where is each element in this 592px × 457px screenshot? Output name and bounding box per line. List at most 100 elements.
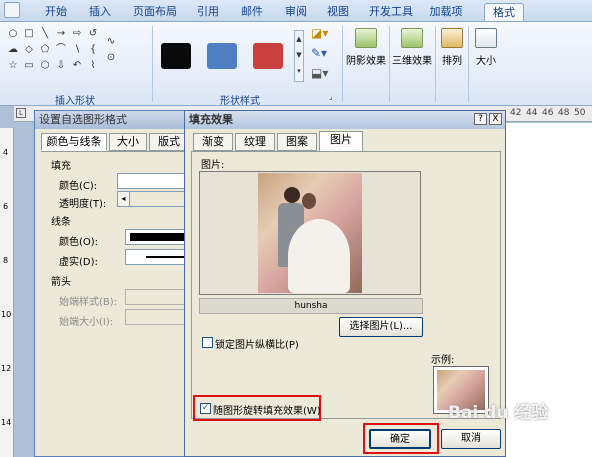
fill-bucket-icon[interactable]: ◪▾ bbox=[311, 26, 337, 42]
gallery-scroll[interactable]: ▲ ▼ ▾ bbox=[294, 30, 304, 82]
tab-insert[interactable]: 插入 bbox=[82, 3, 118, 21]
shape-icon[interactable]: ∖ bbox=[70, 44, 84, 56]
shadow-effects-button[interactable]: 阴影效果 bbox=[344, 28, 388, 67]
shape-icon[interactable]: ⌇ bbox=[86, 60, 100, 72]
shape-icon[interactable]: ⬡ bbox=[38, 60, 52, 72]
tab-pattern[interactable]: 图案 bbox=[277, 133, 317, 151]
dash-label: 虚实(D): bbox=[59, 257, 98, 268]
shape-icon[interactable]: □ bbox=[22, 28, 36, 40]
tab-review[interactable]: 审阅 bbox=[280, 3, 312, 21]
rotate-with-shape-checkbox[interactable]: ✓ bbox=[200, 403, 211, 414]
tab-selector-icon[interactable]: L bbox=[16, 108, 26, 118]
rotate-with-shape-label: 随图形旋转填充效果(W) bbox=[213, 406, 321, 417]
shape-icon[interactable]: ↶ bbox=[70, 60, 84, 72]
shadow-label: 阴影效果 bbox=[346, 56, 386, 67]
tab-texture[interactable]: 纹理 bbox=[235, 133, 275, 151]
transparency-label: 透明度(T): bbox=[59, 199, 107, 210]
begin-style-label: 始端样式(B): bbox=[59, 297, 118, 308]
dialog-title: 填充效果 bbox=[185, 111, 505, 129]
group-divider bbox=[342, 26, 343, 102]
change-shape-icon[interactable]: ⬓▾ bbox=[311, 66, 337, 82]
shape-icon[interactable]: ⌒ bbox=[54, 44, 68, 56]
format-autoshape-dialog: 设置自选图形格式 颜色与线条 大小 版式 填充 颜色(C): 透明度(T): ◂… bbox=[34, 110, 197, 457]
size-button[interactable]: 大小 bbox=[470, 28, 502, 67]
arrange-label: 排列 bbox=[442, 56, 462, 67]
arrow-section-label: 箭头 bbox=[51, 277, 71, 288]
shape-icon[interactable]: → bbox=[54, 28, 68, 40]
select-picture-button[interactable]: 选择图片(L)... bbox=[339, 317, 423, 337]
cancel-button[interactable]: 取消 bbox=[441, 429, 501, 449]
group-label-shape-styles: 形状样式 bbox=[220, 96, 260, 107]
tab-format[interactable]: 格式 bbox=[484, 3, 524, 21]
shape-icon[interactable]: ☁ bbox=[6, 44, 20, 56]
tab-references[interactable]: 引用 bbox=[192, 3, 224, 21]
tab-addins[interactable]: 加载项 bbox=[426, 3, 466, 21]
close-button[interactable]: X bbox=[489, 113, 502, 125]
picture-filename: hunsha bbox=[199, 298, 423, 314]
slider-left-icon[interactable]: ◂ bbox=[118, 192, 130, 206]
shape-icon[interactable]: ▭ bbox=[22, 60, 36, 72]
ruler-tick-label: 50 bbox=[574, 108, 586, 118]
vertical-ruler[interactable]: 4 6 8 10 12 14 bbox=[0, 128, 14, 457]
bride-dress bbox=[288, 219, 350, 293]
tab-gradient[interactable]: 渐变 bbox=[193, 133, 233, 151]
group-label-insert-shapes: 插入形状 bbox=[55, 96, 95, 107]
3d-label: 三维效果 bbox=[392, 56, 432, 67]
shape-icon[interactable]: ↺ bbox=[86, 28, 100, 40]
size-icon bbox=[475, 28, 497, 48]
ok-button[interactable]: 确定 bbox=[369, 429, 431, 449]
tab-page-layout[interactable]: 页面布局 bbox=[130, 3, 180, 21]
picture-label: 图片: bbox=[201, 160, 225, 171]
tab-view[interactable]: 视图 bbox=[322, 3, 354, 21]
dialog-launcher-icon[interactable]: ⌟ bbox=[329, 92, 333, 101]
shape-icon[interactable]: ⇨ bbox=[70, 28, 84, 40]
style-swatch-red[interactable] bbox=[253, 43, 283, 69]
shape-icon[interactable]: { bbox=[86, 44, 100, 56]
shape-icon[interactable]: ⊙ bbox=[104, 52, 118, 64]
shape-icon[interactable]: ◇ bbox=[22, 44, 36, 56]
ruler-tick-label: 42 bbox=[510, 108, 522, 118]
fill-section-label: 填充 bbox=[51, 161, 71, 172]
baidu-watermark: Bai du 经验 bbox=[448, 403, 549, 423]
lock-aspect-checkbox[interactable] bbox=[202, 337, 213, 348]
group-divider bbox=[152, 26, 153, 102]
picture-preview-frame bbox=[199, 171, 421, 295]
begin-size-label: 始端大小(I): bbox=[59, 317, 114, 328]
ruler-tick-label: 10 bbox=[1, 310, 12, 319]
arrange-button[interactable]: 排列 bbox=[436, 28, 468, 67]
ribbon-tab-bar: 开始 插入 页面布局 引用 邮件 审阅 视图 开发工具 加载项 格式 bbox=[0, 0, 592, 22]
ruler-tick-label: 4 bbox=[3, 148, 9, 157]
tab-layout[interactable]: 版式 bbox=[149, 133, 189, 151]
ruler-tick-label: 8 bbox=[3, 256, 9, 265]
wedding-photo bbox=[258, 173, 362, 293]
ruler-tick-label: 46 bbox=[542, 108, 554, 118]
sample-label: 示例: bbox=[431, 355, 455, 366]
pen-outline-icon[interactable]: ✎▾ bbox=[311, 46, 337, 62]
ribbon: ○ □ ╲ → ⇨ ↺ ☁ ◇ ⬠ ⌒ ∖ { ☆ ▭ ⬡ ⇩ ↶ ⌇ ∿ ⊙ … bbox=[0, 22, 592, 107]
ruler-tick-label: 48 bbox=[558, 108, 570, 118]
3d-icon bbox=[401, 28, 423, 48]
office-button-icon[interactable] bbox=[4, 2, 20, 18]
shape-icon[interactable]: ⬠ bbox=[38, 44, 52, 56]
tab-mailings[interactable]: 邮件 bbox=[236, 3, 268, 21]
shape-icon[interactable]: ╲ bbox=[38, 28, 52, 40]
shape-icon[interactable]: ☆ bbox=[6, 60, 20, 72]
tab-size[interactable]: 大小 bbox=[109, 133, 147, 151]
tab-developer[interactable]: 开发工具 bbox=[366, 3, 416, 21]
shape-icon[interactable]: ∿ bbox=[104, 36, 118, 48]
shape-gallery[interactable]: ○ □ ╲ → ⇨ ↺ ☁ ◇ ⬠ ⌒ ∖ { ☆ ▭ ⬡ ⇩ ↶ ⌇ ∿ ⊙ bbox=[4, 26, 122, 76]
tab-colors-lines[interactable]: 颜色与线条 bbox=[41, 133, 107, 151]
lock-aspect-label: 锁定图片纵横比(P) bbox=[215, 340, 299, 351]
fill-color-label: 颜色(C): bbox=[59, 181, 98, 192]
style-swatch-blue[interactable] bbox=[207, 43, 237, 69]
tab-picture[interactable]: 图片 bbox=[319, 131, 363, 152]
3d-effects-button[interactable]: 三维效果 bbox=[390, 28, 434, 67]
help-button[interactable]: ? bbox=[474, 113, 487, 125]
style-swatch-black[interactable] bbox=[161, 43, 191, 69]
shape-icon[interactable]: ○ bbox=[6, 28, 20, 40]
bride-head bbox=[302, 193, 316, 209]
line-color-label: 颜色(O): bbox=[59, 237, 99, 248]
tab-home[interactable]: 开始 bbox=[38, 3, 74, 21]
shape-icon[interactable]: ⇩ bbox=[54, 60, 68, 72]
group-divider bbox=[468, 26, 469, 102]
